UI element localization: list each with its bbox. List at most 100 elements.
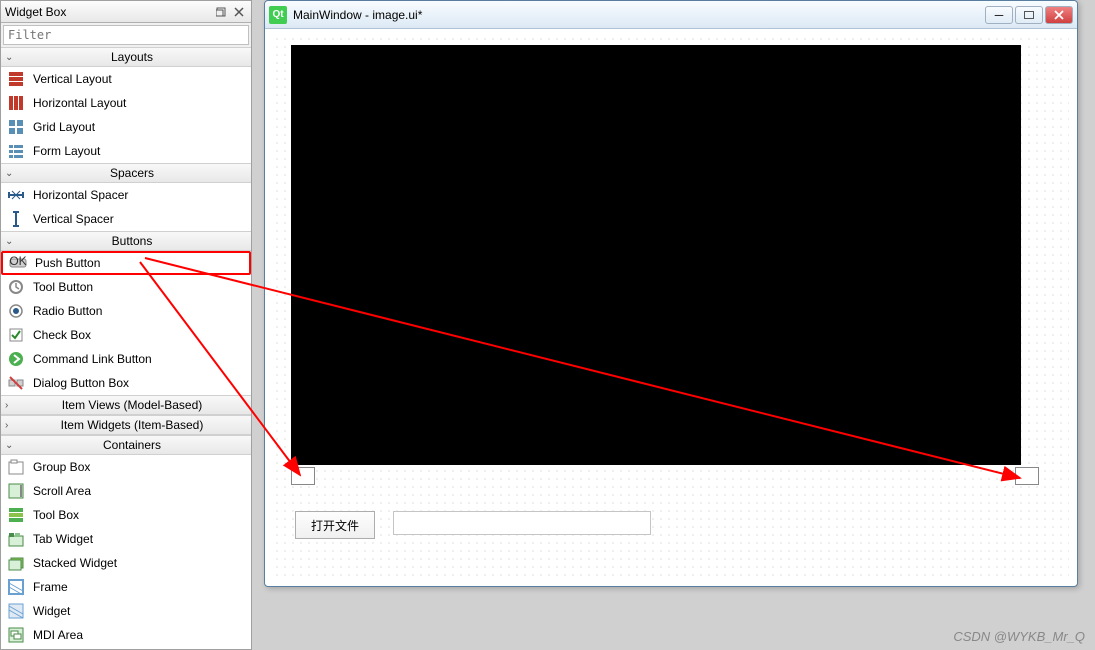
placeholder-button-left[interactable] — [291, 467, 315, 485]
widget-item-cmdlink[interactable]: Command Link Button — [1, 347, 251, 371]
widget-item-label: Group Box — [33, 460, 90, 474]
widget-box-panel: Widget Box ⌄LayoutsVertical LayoutHorizo… — [0, 0, 252, 650]
maximize-button[interactable] — [1015, 6, 1043, 24]
widget-item-pushbtn[interactable]: OK Push Button — [1, 251, 251, 275]
widget-item-label: Radio Button — [33, 304, 102, 318]
widget-item-label: Tool Button — [33, 280, 93, 294]
widget-item-label: Widget — [33, 604, 70, 618]
group-label: Item Views (Model-Based) — [17, 398, 247, 412]
widget-item-label: Vertical Layout — [33, 72, 112, 86]
chevron-right-icon: › — [5, 400, 17, 411]
pushbtn-icon: OK — [9, 254, 27, 272]
hlayout-icon — [7, 94, 25, 112]
watermark-text: CSDN @WYKB_Mr_Q — [953, 629, 1085, 644]
widget-item-radio[interactable]: Radio Button — [1, 299, 251, 323]
widget-item-hlayout[interactable]: Horizontal Layout — [1, 91, 251, 115]
widget-item-dlgbox[interactable]: Dialog Button Box — [1, 371, 251, 395]
chevron-down-icon: ⌄ — [5, 440, 17, 451]
group-header-itemviews[interactable]: ›Item Views (Model-Based) — [1, 395, 251, 415]
tabwidget-icon — [7, 530, 25, 548]
widget-item-label: Check Box — [33, 328, 91, 342]
group-label: Buttons — [17, 234, 247, 248]
widget-item-label: Scroll Area — [33, 484, 91, 498]
chevron-down-icon: ⌄ — [5, 168, 17, 179]
filter-input[interactable] — [3, 25, 249, 45]
design-area: Qt MainWindow - image.ui* ─ 打开文件 — [252, 0, 1095, 650]
vspacer-icon — [7, 210, 25, 228]
close-icon[interactable] — [231, 4, 247, 20]
widget-box-titlebar: Widget Box — [1, 1, 251, 23]
widget-item-label: Push Button — [35, 256, 100, 270]
group-header-layouts[interactable]: ⌄Layouts — [1, 47, 251, 67]
widget-item-hspacer[interactable]: Horizontal Spacer — [1, 183, 251, 207]
widget-item-label: Grid Layout — [33, 120, 95, 134]
hspacer-icon — [7, 186, 25, 204]
widget-item-groupbox[interactable]: Group Box — [1, 455, 251, 479]
widget-item-form[interactable]: Form Layout — [1, 139, 251, 163]
toolbox-icon — [7, 506, 25, 524]
widget-item-label: Horizontal Layout — [33, 96, 126, 110]
chevron-down-icon: ⌄ — [5, 52, 17, 63]
widget-item-vlayout[interactable]: Vertical Layout — [1, 67, 251, 91]
chevron-down-icon: ⌄ — [5, 236, 17, 247]
group-header-containers[interactable]: ⌄Containers — [1, 435, 251, 455]
group-label: Layouts — [17, 50, 247, 64]
widget-item-grid[interactable]: Grid Layout — [1, 115, 251, 139]
dlgbox-icon — [7, 374, 25, 392]
widget-item-mdi[interactable]: MDI Area — [1, 623, 251, 647]
widget-item-vspacer[interactable]: Vertical Spacer — [1, 207, 251, 231]
widget-item-toolbtn[interactable]: Tool Button — [1, 275, 251, 299]
mdi-icon — [7, 626, 25, 644]
open-file-button[interactable]: 打开文件 — [295, 511, 375, 539]
widget-item-toolbox[interactable]: Tool Box — [1, 503, 251, 527]
widget-item-scrollarea[interactable]: Scroll Area — [1, 479, 251, 503]
group-header-buttons[interactable]: ⌄Buttons — [1, 231, 251, 251]
check-icon — [7, 326, 25, 344]
widget-item-label: Stacked Widget — [33, 556, 117, 570]
widget-item-label: Form Layout — [33, 144, 100, 158]
widget-item-label: Vertical Spacer — [33, 212, 114, 226]
grid-icon — [7, 118, 25, 136]
group-label: Containers — [17, 438, 247, 452]
vlayout-icon — [7, 70, 25, 88]
form-icon — [7, 142, 25, 160]
design-window-titlebar[interactable]: Qt MainWindow - image.ui* ─ — [265, 1, 1077, 29]
widget-item-check[interactable]: Check Box — [1, 323, 251, 347]
widget-item-label: Horizontal Spacer — [33, 188, 128, 202]
float-icon[interactable] — [213, 4, 229, 20]
form-canvas[interactable]: 打开文件 — [273, 35, 1069, 578]
stacked-icon — [7, 554, 25, 572]
widget-item-stacked[interactable]: Stacked Widget — [1, 551, 251, 575]
cmdlink-icon — [7, 350, 25, 368]
design-window-title: MainWindow - image.ui* — [293, 8, 983, 22]
qt-icon: Qt — [269, 6, 287, 24]
design-window: Qt MainWindow - image.ui* ─ 打开文件 — [264, 0, 1078, 587]
widget-item-label: MDI Area — [33, 628, 83, 642]
group-label: Spacers — [17, 166, 247, 180]
group-label: Item Widgets (Item-Based) — [17, 418, 247, 432]
widget-item-label: Frame — [33, 580, 68, 594]
chevron-right-icon: › — [5, 420, 17, 431]
close-button[interactable] — [1045, 6, 1073, 24]
widget-item-label: Command Link Button — [33, 352, 152, 366]
widget-item-frame[interactable]: Frame — [1, 575, 251, 599]
widget-icon — [7, 602, 25, 620]
group-header-itemwidgets[interactable]: ›Item Widgets (Item-Based) — [1, 415, 251, 435]
minimize-button[interactable]: ─ — [985, 6, 1013, 24]
group-header-spacers[interactable]: ⌄Spacers — [1, 163, 251, 183]
frame-icon — [7, 578, 25, 596]
radio-icon — [7, 302, 25, 320]
preview-widget[interactable] — [291, 45, 1021, 465]
svg-text:OK: OK — [9, 254, 26, 268]
toolbtn-icon — [7, 278, 25, 296]
groupbox-icon — [7, 458, 25, 476]
path-text-field[interactable] — [393, 511, 651, 535]
widget-item-label: Tool Box — [33, 508, 79, 522]
widget-item-tabwidget[interactable]: Tab Widget — [1, 527, 251, 551]
placeholder-button-right[interactable] — [1015, 467, 1039, 485]
widget-item-label: Dialog Button Box — [33, 376, 129, 390]
widget-box-list[interactable]: ⌄LayoutsVertical LayoutHorizontal Layout… — [1, 47, 251, 649]
widget-item-widget[interactable]: Widget — [1, 599, 251, 623]
widget-item-label: Tab Widget — [33, 532, 93, 546]
widget-box-title: Widget Box — [5, 5, 211, 19]
